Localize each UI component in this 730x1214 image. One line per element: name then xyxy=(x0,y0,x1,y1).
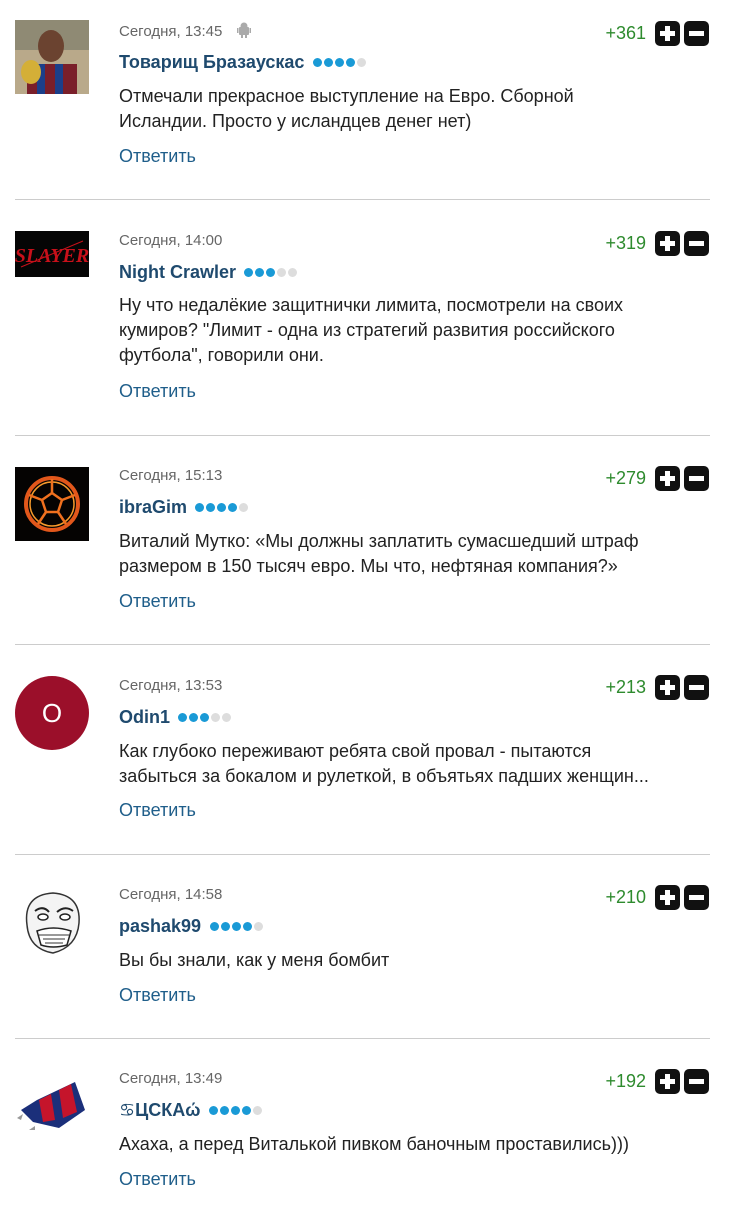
upvote-button[interactable] xyxy=(655,1069,680,1094)
vote-score: +210 xyxy=(605,887,646,907)
rating-dot xyxy=(219,1106,229,1115)
rating-dots xyxy=(244,264,299,282)
downvote-button[interactable] xyxy=(684,1069,709,1094)
downvote-button[interactable] xyxy=(684,675,709,700)
vote-controls: +213 xyxy=(605,675,709,700)
comment-text: Ахаха, а перед Виталькой пивком баночным… xyxy=(119,1134,629,1154)
reply-link[interactable]: Ответить xyxy=(119,1169,196,1190)
rating-dot xyxy=(242,922,252,931)
vote-score: +361 xyxy=(605,23,646,43)
reply-link[interactable]: Ответить xyxy=(119,800,196,821)
vote-score: +319 xyxy=(605,233,646,253)
avatar-letter: O xyxy=(41,698,63,728)
upvote-button[interactable] xyxy=(655,231,680,256)
rating-dot xyxy=(209,922,219,931)
vote-score: +279 xyxy=(605,468,646,488)
slayer-logo-text: SLAYER xyxy=(15,245,89,267)
rating-dot xyxy=(208,1106,218,1115)
author-name[interactable]: ibraGim xyxy=(119,497,187,517)
rating-dot xyxy=(241,1106,251,1115)
rating-dots xyxy=(312,54,368,72)
rating-dot xyxy=(252,1106,262,1115)
upvote-button[interactable] xyxy=(655,675,680,700)
rating-dot xyxy=(277,268,287,277)
reply-link[interactable]: Ответить xyxy=(119,985,196,1006)
slayer-logo-avatar[interactable]: SLAYER xyxy=(15,231,89,277)
rating-dot xyxy=(228,503,238,512)
footballer-photo-avatar[interactable] xyxy=(15,20,89,94)
author-name[interactable]: pashak99 xyxy=(119,916,201,936)
rating-dot xyxy=(356,58,366,67)
downvote-button[interactable] xyxy=(684,466,709,491)
divider xyxy=(15,644,710,645)
vote-controls: +192 xyxy=(605,1069,709,1094)
upvote-button[interactable] xyxy=(655,885,680,910)
divider xyxy=(15,435,710,436)
rating-dot xyxy=(211,713,221,722)
upvote-button[interactable] xyxy=(655,466,680,491)
comment-text: Виталий Мутко: «Мы должны заплатить сума… xyxy=(119,531,639,576)
rating-dot xyxy=(206,503,216,512)
rating-dot xyxy=(195,503,205,512)
rating-dot xyxy=(231,922,241,931)
divider xyxy=(15,1038,710,1039)
comment-time: Сегодня, 13:49 xyxy=(119,1070,223,1087)
rating-dot xyxy=(222,713,232,722)
rating-dot xyxy=(189,713,199,722)
vote-controls: +279 xyxy=(605,466,709,491)
rating-dot xyxy=(220,922,230,931)
flaming-ball-avatar[interactable] xyxy=(15,467,89,541)
cska-fist-avatar[interactable] xyxy=(15,1070,89,1144)
rating-dot xyxy=(178,713,188,722)
author-name[interactable]: ♋ЦСКАώ xyxy=(119,1100,200,1120)
author-name[interactable]: Odin1 xyxy=(119,707,170,727)
comment-time: Сегодня, 13:53 xyxy=(119,677,223,694)
reply-link[interactable]: Ответить xyxy=(119,146,196,167)
letter-avatar[interactable]: O xyxy=(15,676,89,750)
vote-controls: +319 xyxy=(605,231,709,256)
rating-dots xyxy=(178,709,233,727)
rating-dot xyxy=(239,503,249,512)
rating-dots xyxy=(195,499,250,517)
vote-controls: +361 xyxy=(605,21,709,46)
rating-dots xyxy=(208,1102,264,1120)
rating-dot xyxy=(334,58,344,67)
rating-dot xyxy=(345,58,355,67)
rating-dot xyxy=(200,713,210,722)
rating-dot xyxy=(255,268,265,277)
rating-dot xyxy=(288,268,298,277)
comment-text: Вы бы знали, как у меня бомбит xyxy=(119,950,390,970)
android-icon xyxy=(236,22,251,42)
comment-time: Сегодня, 15:13 xyxy=(119,467,223,484)
rating-dot xyxy=(323,58,333,67)
reply-link[interactable]: Ответить xyxy=(119,591,196,612)
meme-face-avatar[interactable] xyxy=(15,885,89,959)
rating-dot xyxy=(217,503,227,512)
comment-time: Сегодня, 14:00 xyxy=(119,232,223,249)
downvote-button[interactable] xyxy=(684,885,709,910)
vote-score: +192 xyxy=(605,1071,646,1091)
rating-dot xyxy=(266,268,276,277)
rating-dot xyxy=(244,268,254,277)
upvote-button[interactable] xyxy=(655,21,680,46)
comment-text: Отмечали прекрасное выступление на Евро.… xyxy=(119,86,574,131)
rating-dot xyxy=(253,922,263,931)
comment-time: Сегодня, 13:45 xyxy=(119,23,223,40)
rating-dot xyxy=(312,58,322,67)
comment-text: Как глубоко переживают ребята свой прова… xyxy=(119,741,649,786)
rating-dots xyxy=(209,918,265,936)
vote-controls: +210 xyxy=(605,885,709,910)
author-name[interactable]: Товарищ Бразаускас xyxy=(119,52,304,72)
downvote-button[interactable] xyxy=(684,21,709,46)
comment-time: Сегодня, 14:58 xyxy=(119,886,223,903)
author-name[interactable]: Night Crawler xyxy=(119,262,236,282)
comment-text: Ну что недалёкие защитнички лимита, посм… xyxy=(119,295,624,365)
rating-dot xyxy=(230,1106,240,1115)
divider xyxy=(15,199,710,200)
reply-link[interactable]: Ответить xyxy=(119,381,196,402)
divider xyxy=(15,854,710,855)
vote-score: +213 xyxy=(605,677,646,697)
downvote-button[interactable] xyxy=(684,231,709,256)
